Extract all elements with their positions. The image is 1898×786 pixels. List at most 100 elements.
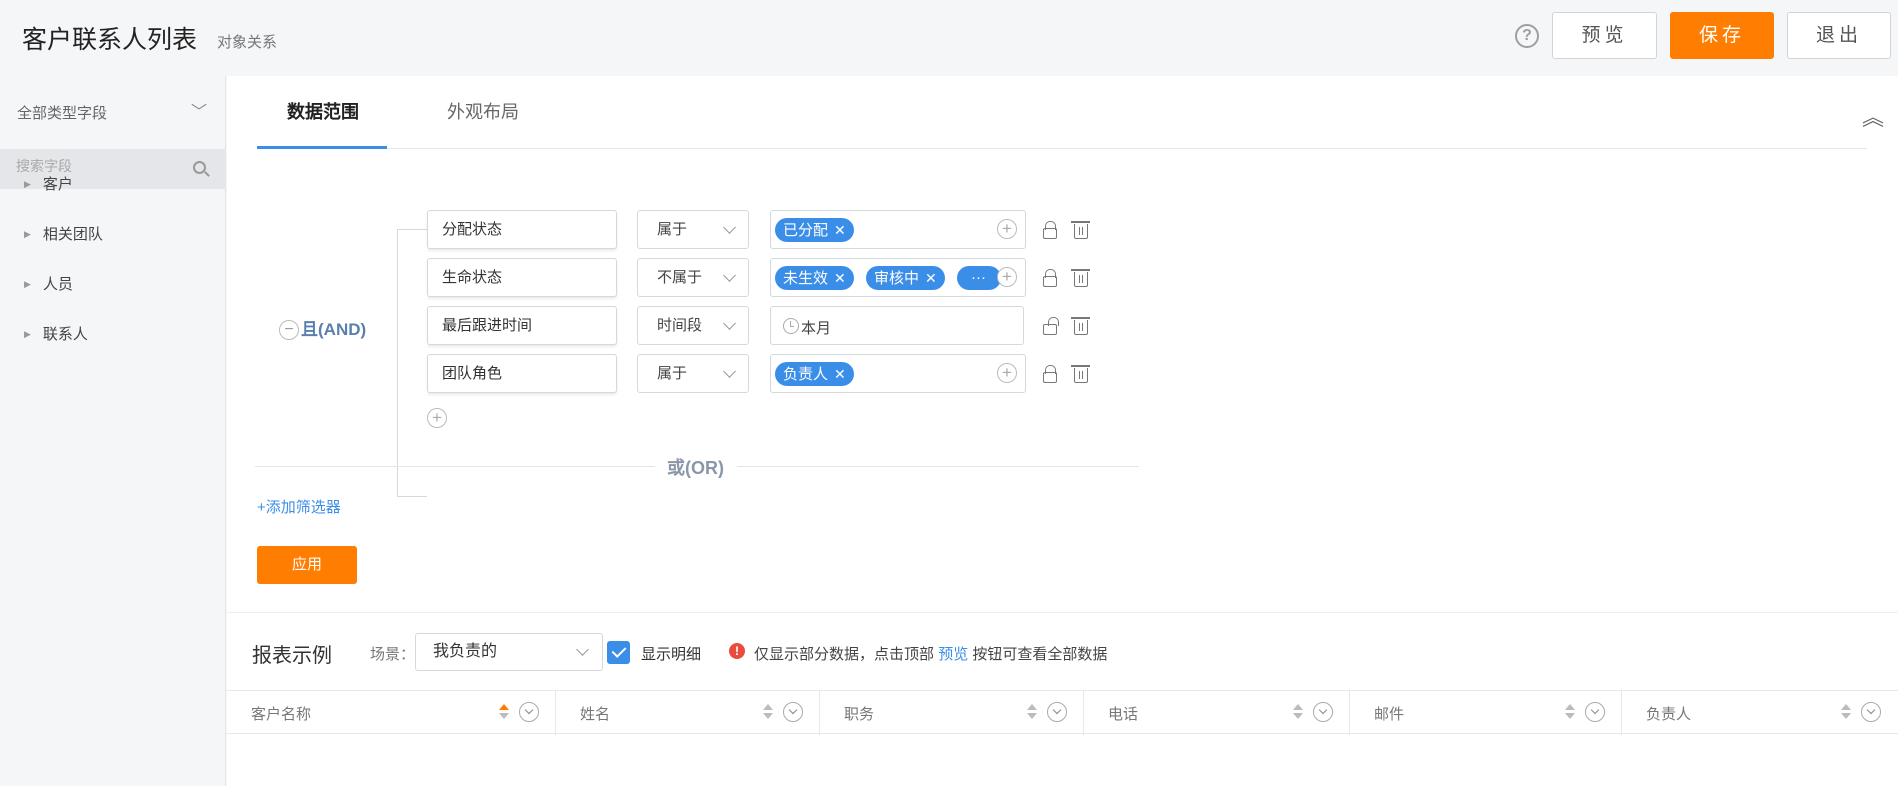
value-tag[interactable]: 负责人 ✕ [775,362,854,386]
condition-operator[interactable]: 不属于 [637,258,749,297]
condition-operator[interactable]: 时间段 [637,306,749,345]
sidebar-item-label: 客户 [42,176,73,193]
condition-field[interactable]: 团队角色 [427,354,617,393]
add-condition-icon[interactable]: + [427,408,447,428]
column-header[interactable]: 负责人 [1622,691,1898,735]
group-bracket [397,229,398,496]
lock-icon[interactable] [1043,365,1057,383]
preview-button[interactable]: 预览 [1552,12,1657,59]
chevron-down-icon [723,317,736,330]
tag-label: 负责人 [783,366,829,383]
column-menu-icon[interactable] [1861,702,1881,722]
column-menu-icon[interactable] [519,702,539,722]
lock-icon[interactable] [1043,221,1057,239]
sort-icon[interactable] [1841,704,1851,722]
sidebar-item-personnel[interactable]: ▶ 人员 [24,273,73,294]
or-divider-right [737,466,1139,467]
trash-icon[interactable] [1071,317,1090,335]
unlock-icon[interactable] [1043,317,1059,335]
caret-right-icon: ▶ [24,229,31,239]
column-menu-icon[interactable] [1313,702,1333,722]
condition-operator[interactable]: 属于 [637,210,749,249]
and-label-text: 且(AND) [301,320,367,339]
tab-appearance-layout[interactable]: 外观布局 [447,98,519,124]
column-header[interactable]: 姓名 [556,691,820,735]
sidebar-item-customer[interactable]: ▶ 客户 [24,173,73,194]
trash-icon[interactable] [1071,365,1090,383]
scene-select[interactable]: 我负责的 [415,633,603,671]
column-menu-icon[interactable] [1585,702,1605,722]
chevron-down-icon [576,643,589,656]
condition-field[interactable]: 生命状态 [427,258,617,297]
more-tags[interactable]: ··· [957,266,1001,290]
report-table-header: 客户名称 姓名 职务 电话 邮件 负责人 [227,690,1898,735]
caret-right-icon: ▶ [24,329,31,339]
condition-value[interactable]: 本月 [770,306,1024,345]
trash-icon[interactable] [1071,221,1090,239]
tab-data-range[interactable]: 数据范围 [287,98,359,124]
field-type-select[interactable]: 全部类型字段 ﹀ [17,102,207,123]
notice-prefix: 仅显示部分数据，点击顶部 [754,646,935,663]
sort-icon[interactable] [763,704,773,722]
sort-icon[interactable] [499,704,509,722]
column-menu-icon[interactable] [1047,702,1067,722]
value-tag[interactable]: 已分配 ✕ [775,218,854,242]
field-sidebar: 全部类型字段 ﹀ ▶ 客户 ▶ 相关团队 ▶ 人员 ▶ 联系人 [0,76,226,786]
lock-icon[interactable] [1043,269,1057,287]
column-header[interactable]: 邮件 [1350,691,1622,735]
sort-icon[interactable] [1293,704,1303,722]
value-tag[interactable]: 审核中 ✕ [866,266,945,290]
main-panel: 数据范围 外观布局 ︽ − 且(AND) 分配状态 属于 已分配 ✕ + 生命状态 … [227,76,1898,786]
collapse-up-icon[interactable]: ︽ [1862,100,1884,132]
sidebar-item-contact[interactable]: ▶ 联系人 [24,323,88,344]
show-detail-checkbox[interactable] [607,641,630,664]
or-divider-left [255,466,655,467]
minus-circle-icon[interactable]: − [279,320,299,340]
column-label: 职务 [844,706,875,723]
tag-label: 审核中 [874,270,920,287]
condition-field[interactable]: 分配状态 [427,210,617,249]
value-tag[interactable]: 未生效 ✕ [775,266,854,290]
exit-button[interactable]: 退出 [1787,12,1891,59]
condition-operator[interactable]: 属于 [637,354,749,393]
condition-value[interactable]: 已分配 ✕ + [770,210,1026,249]
column-header[interactable]: 客户名称 [227,691,556,735]
close-icon[interactable]: ✕ [834,366,846,382]
plus-circle-icon[interactable]: + [997,363,1017,383]
add-filter-link[interactable]: +添加筛选器 [257,496,341,517]
top-header: 客户联系人列表 对象关系 ? 预览 保存 退出 [0,0,1898,76]
field-search-input[interactable] [16,158,186,174]
condition-value[interactable]: 未生效 ✕ 审核中 ✕ ··· + [770,258,1026,297]
help-icon[interactable]: ? [1515,24,1539,48]
sidebar-item-related-team[interactable]: ▶ 相关团队 [24,223,103,244]
tab-bar: 数据范围 外观布局 [257,76,1867,149]
column-label: 姓名 [580,706,611,723]
page-title: 客户联系人列表 [22,26,198,54]
close-icon[interactable]: ✕ [925,270,937,286]
section-divider [227,612,1898,613]
save-button[interactable]: 保存 [1670,12,1774,59]
trash-icon[interactable] [1071,269,1090,287]
column-header[interactable]: 电话 [1084,691,1350,735]
bracket-tick [397,496,427,497]
operator-label: 属于 [657,221,688,238]
scene-value: 我负责的 [433,643,498,660]
close-icon[interactable]: ✕ [834,270,846,286]
sort-icon[interactable] [1027,704,1037,722]
show-detail-label[interactable]: 显示明细 [641,643,701,664]
plus-circle-icon[interactable]: + [997,219,1017,239]
sort-icon[interactable] [1565,704,1575,722]
and-group-label[interactable]: − 且(AND) [279,315,366,340]
column-menu-icon[interactable] [783,702,803,722]
active-tab-indicator [257,146,387,149]
notice-preview-link[interactable]: 预览 [938,646,968,663]
apply-button[interactable]: 应用 [257,546,357,584]
notice-suffix: 按钮可查看全部数据 [972,646,1108,663]
plus-circle-icon[interactable]: + [997,267,1017,287]
condition-value[interactable]: 负责人 ✕ + [770,354,1026,393]
caret-right-icon: ▶ [24,179,31,189]
column-header[interactable]: 职务 [820,691,1084,735]
condition-field[interactable]: 最后跟进时间 [427,306,617,345]
close-icon[interactable]: ✕ [834,222,846,238]
search-icon[interactable] [193,161,206,174]
